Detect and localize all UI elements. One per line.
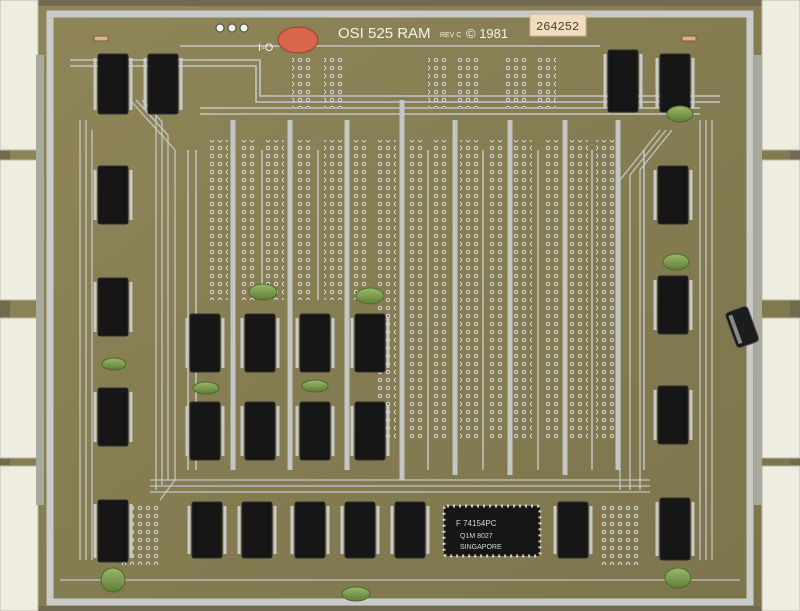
ic-b1 (191, 501, 223, 559)
decoder-chip-line1: F 74154PC (456, 519, 497, 528)
ic-u11 (657, 385, 689, 445)
ram-chip-6 (244, 401, 276, 461)
ic-b5 (394, 501, 426, 559)
board-copyright: © 1981 (466, 26, 508, 41)
io-label: I-O (258, 42, 274, 54)
ic-b3 (294, 501, 326, 559)
board-title: OSI 525 RAM (338, 25, 431, 42)
ic-u5 (97, 387, 129, 447)
circuit-board-photo: OSI 525 RAM REV C © 1981 264252 I-O F 74… (0, 0, 800, 611)
ram-chip-8 (354, 401, 386, 461)
decoder-chip: F 74154PC Q1M 8027 SINGAPORE (442, 504, 542, 558)
ram-chip-1 (189, 313, 221, 373)
decoder-chip-line3: SINGAPORE (460, 544, 502, 551)
decoder-chip-line2: Q1M 8027 (460, 533, 493, 540)
ic-u12 (659, 497, 691, 561)
ic-u6 (97, 499, 129, 563)
ram-chip-4 (354, 313, 386, 373)
header-pins (215, 23, 249, 33)
ram-chip-2 (244, 313, 276, 373)
ic-u8 (659, 53, 691, 113)
ram-chip-7 (299, 401, 331, 461)
ic-u7 (607, 49, 639, 113)
ic-u1 (97, 53, 129, 115)
ic-u2 (147, 53, 179, 115)
board-revision: REV C (440, 32, 461, 39)
ic-u10 (657, 275, 689, 335)
ic-b6 (557, 501, 589, 559)
ram-chip-5 (189, 401, 221, 461)
ic-b4 (344, 501, 376, 559)
ic-u4 (97, 277, 129, 337)
serial-number: 264252 (536, 20, 579, 34)
ic-b2 (241, 501, 273, 559)
ram-chip-3 (299, 313, 331, 373)
orange-capacitor (277, 26, 319, 54)
ic-u3 (97, 165, 129, 225)
ic-u9 (657, 165, 689, 225)
